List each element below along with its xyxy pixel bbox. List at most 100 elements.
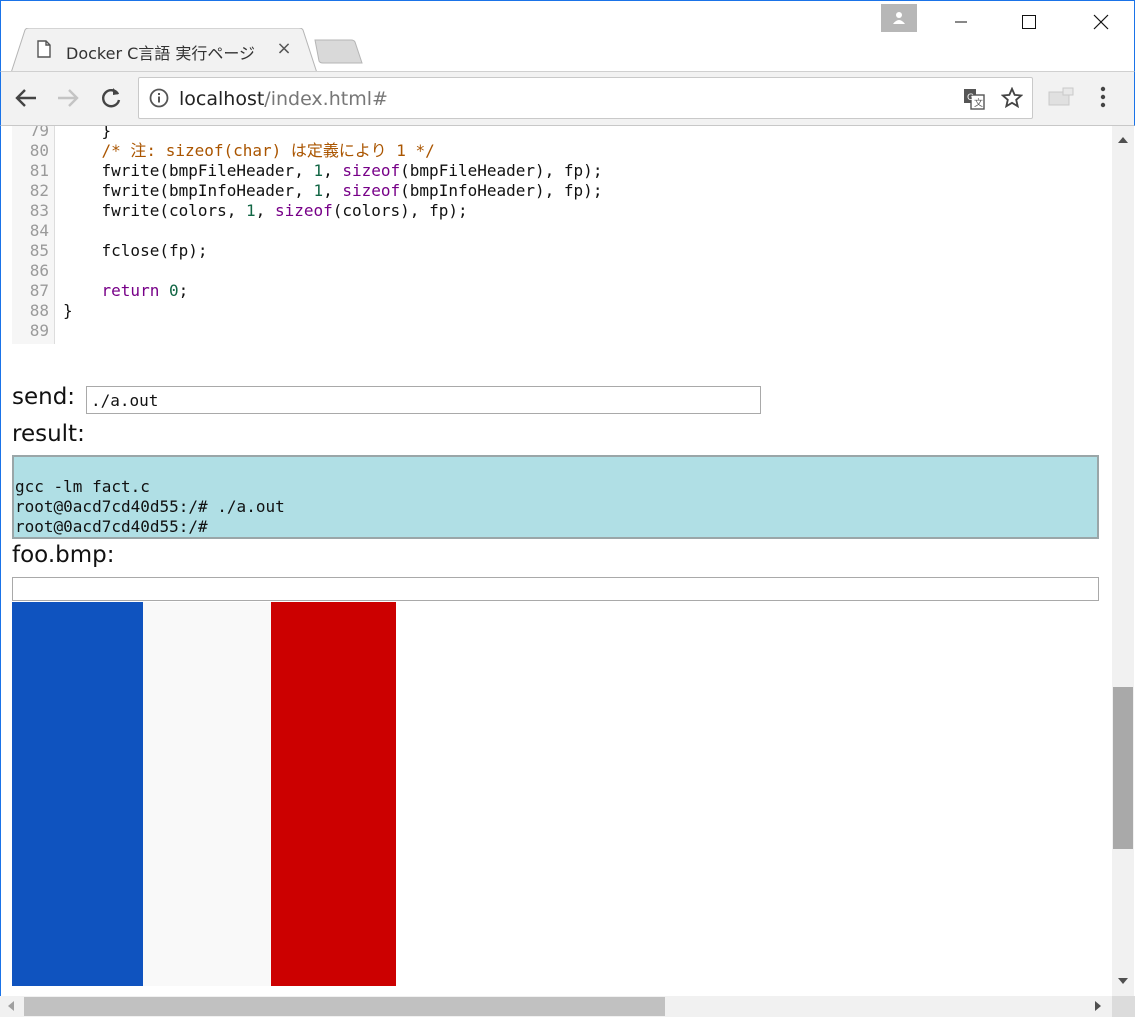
code-keyword: return — [101, 281, 160, 300]
line-number: 86 — [29, 261, 49, 280]
line-number: 81 — [29, 161, 49, 180]
code-line: 86 — [12, 261, 1112, 281]
menu-icon[interactable] — [1099, 86, 1107, 112]
line-number: 79 — [29, 126, 49, 140]
code-keyword: sizeof — [342, 161, 401, 180]
line-number: 85 — [29, 241, 49, 260]
minimize-icon[interactable] — [938, 7, 984, 37]
browser-toolbar: localhost/index.html# G文 — [0, 71, 1135, 126]
bmp-label: foo.bmp: — [12, 542, 115, 568]
code-number: 0 — [168, 281, 179, 300]
code-token: fclose(fp); — [63, 241, 208, 260]
code-text: /* 注: sizeof(char) は定義により 1 */ — [63, 141, 435, 161]
star-icon[interactable] — [1000, 86, 1024, 113]
info-icon[interactable] — [149, 88, 169, 112]
line-number: 83 — [29, 201, 49, 220]
code-text: fclose(fp); — [63, 241, 208, 261]
code-line: 81 fwrite(bmpFileHeader, 1, sizeof(bmpFi… — [12, 161, 1112, 181]
code-token: ; — [178, 281, 189, 300]
send-label: send: — [12, 384, 76, 410]
code-number: 1 — [313, 161, 324, 180]
scrollbar-corner — [1112, 996, 1135, 1017]
code-keyword: sizeof — [274, 201, 333, 220]
title-bar: Docker C言語 実行ページ × — [0, 0, 1135, 73]
bmp-path-input[interactable] — [12, 577, 1099, 601]
bmp-stripe-red — [271, 602, 396, 986]
forward-icon[interactable] — [54, 84, 82, 112]
close-icon[interactable]: × — [273, 37, 295, 59]
url-host: localhost — [179, 88, 265, 110]
code-keyword: sizeof — [342, 181, 401, 200]
scroll-down-icon[interactable] — [1118, 978, 1128, 984]
address-bar[interactable]: localhost/index.html# G文 — [138, 77, 1033, 119]
url-path: /index.html# — [264, 88, 388, 110]
maximize-icon[interactable] — [1006, 7, 1052, 37]
code-number: 1 — [246, 201, 256, 220]
code-text: fwrite(bmpFileHeader, 1, sizeof(bmpFileH… — [63, 161, 603, 181]
horizontal-scroll-thumb[interactable] — [24, 997, 665, 1016]
bmp-stripe-white — [143, 602, 271, 986]
bmp-stripe-blue — [12, 602, 143, 986]
code-comment: /* 注: sizeof(char) は定義により 1 */ — [63, 141, 435, 160]
result-output[interactable]: gcc -lm fact.c root@0acd7cd40d55:/# ./a.… — [12, 455, 1099, 539]
svg-text:文: 文 — [974, 97, 983, 109]
bmp-image — [12, 602, 396, 986]
code-text: fwrite(bmpInfoHeader, 1, sizeof(bmpInfoH… — [63, 181, 603, 201]
code-line: 87 return 0; — [12, 281, 1112, 301]
extension-icon[interactable] — [1047, 86, 1075, 112]
line-number: 87 — [29, 281, 49, 300]
scroll-right-icon[interactable] — [1095, 1001, 1101, 1011]
code-text: return 0; — [63, 281, 189, 301]
send-input[interactable] — [86, 386, 761, 414]
code-line: 84 — [12, 221, 1112, 241]
code-token: (bmpInfoHeader), fp); — [400, 181, 603, 200]
line-number: 84 — [29, 221, 49, 240]
code-token: , — [323, 181, 343, 200]
line-number: 82 — [29, 181, 49, 200]
translate-icon[interactable]: G文 — [963, 88, 985, 114]
code-line: 79 } — [12, 126, 1112, 141]
code-line: 83 fwrite(colors, 1, sizeof(colors), fp)… — [12, 201, 1112, 221]
document-icon — [37, 40, 51, 62]
reload-icon[interactable] — [97, 84, 125, 112]
code-line: 88} — [12, 301, 1112, 321]
code-text: } — [63, 126, 112, 141]
page-viewport: 79 } 80 /* 注: sizeof(char) は定義により 1 */81 … — [0, 126, 1112, 996]
code-token: fwrite(bmpFileHeader, — [63, 161, 314, 180]
code-token: fwrite(bmpInfoHeader, — [63, 181, 314, 200]
code-token: } — [63, 301, 73, 320]
code-token: , — [255, 201, 275, 220]
code-token: fwrite(colors, — [63, 201, 247, 220]
back-icon[interactable] — [12, 84, 40, 112]
profile-icon[interactable] — [881, 4, 917, 32]
result-label: result: — [12, 421, 85, 447]
new-tab-icon[interactable] — [311, 39, 363, 65]
line-number: 89 — [29, 321, 49, 340]
svg-text:G: G — [967, 93, 974, 103]
code-line: 89 — [12, 321, 1112, 341]
code-token: } — [63, 126, 112, 140]
scroll-up-icon[interactable] — [1118, 137, 1128, 143]
horizontal-scrollbar[interactable] — [0, 996, 1112, 1017]
vertical-scroll-thumb[interactable] — [1113, 687, 1133, 849]
vertical-scrollbar[interactable] — [1112, 126, 1134, 996]
code-text: fwrite(colors, 1, sizeof(colors), fp); — [63, 201, 468, 221]
code-text: } — [63, 301, 73, 321]
line-number: 80 — [29, 141, 49, 160]
code-number: 1 — [313, 181, 324, 200]
scroll-left-icon[interactable] — [8, 1001, 14, 1011]
code-token: , — [323, 161, 343, 180]
window-close-icon[interactable] — [1078, 7, 1124, 37]
code-line: 82 fwrite(bmpInfoHeader, 1, sizeof(bmpIn… — [12, 181, 1112, 201]
tab-active[interactable]: Docker C言語 実行ページ × — [11, 28, 317, 73]
url-text[interactable]: localhost/index.html# — [179, 88, 388, 110]
tab-title: Docker C言語 実行ページ — [66, 44, 256, 63]
code-line: 85 fclose(fp); — [12, 241, 1112, 261]
code-line: 80 /* 注: sizeof(char) は定義により 1 */ — [12, 141, 1112, 161]
code-token: (bmpFileHeader), fp); — [400, 161, 603, 180]
code-token: (colors), fp); — [332, 201, 468, 220]
line-number: 88 — [29, 301, 49, 320]
code-editor[interactable]: 79 } 80 /* 注: sizeof(char) は定義により 1 */81 … — [12, 126, 1112, 344]
